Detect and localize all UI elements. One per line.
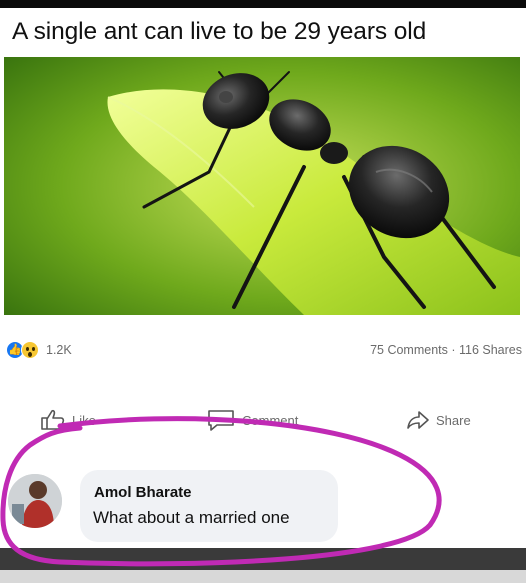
comment-label: Comment xyxy=(242,412,299,428)
ant-on-leaf-image xyxy=(4,57,520,315)
comments-shares-count[interactable]: 75 Comments · 116 Shares xyxy=(370,343,522,357)
wow-reaction-icon[interactable] xyxy=(21,341,39,359)
post-actions: Like Comment Share xyxy=(0,406,526,436)
comment-icon xyxy=(208,410,234,431)
share-icon xyxy=(407,411,429,429)
like-label: Like xyxy=(72,412,96,428)
share-label: Share xyxy=(436,412,471,428)
top-border xyxy=(0,0,526,8)
like-button[interactable]: Like xyxy=(40,406,96,434)
share-button[interactable]: Share xyxy=(406,406,471,434)
comment-bubble xyxy=(80,470,338,542)
comment-button[interactable]: Comment xyxy=(206,406,298,434)
bottom-bar xyxy=(0,548,526,570)
bottom-edge xyxy=(0,570,526,583)
post-stats: 👍 1.2K 75 Comments · 116 Shares xyxy=(0,338,526,362)
reaction-count[interactable]: 1.2K xyxy=(46,343,72,357)
avatar-photo xyxy=(8,474,62,528)
post-photo[interactable] xyxy=(4,57,520,315)
comment-text: What about a married one xyxy=(93,508,290,527)
post-caption: A single ant can live to be 29 years old xyxy=(12,18,427,45)
commenter-avatar[interactable] xyxy=(8,474,62,528)
comment-author[interactable]: Amol Bharate xyxy=(94,484,192,501)
thumbs-up-icon xyxy=(41,409,65,430)
